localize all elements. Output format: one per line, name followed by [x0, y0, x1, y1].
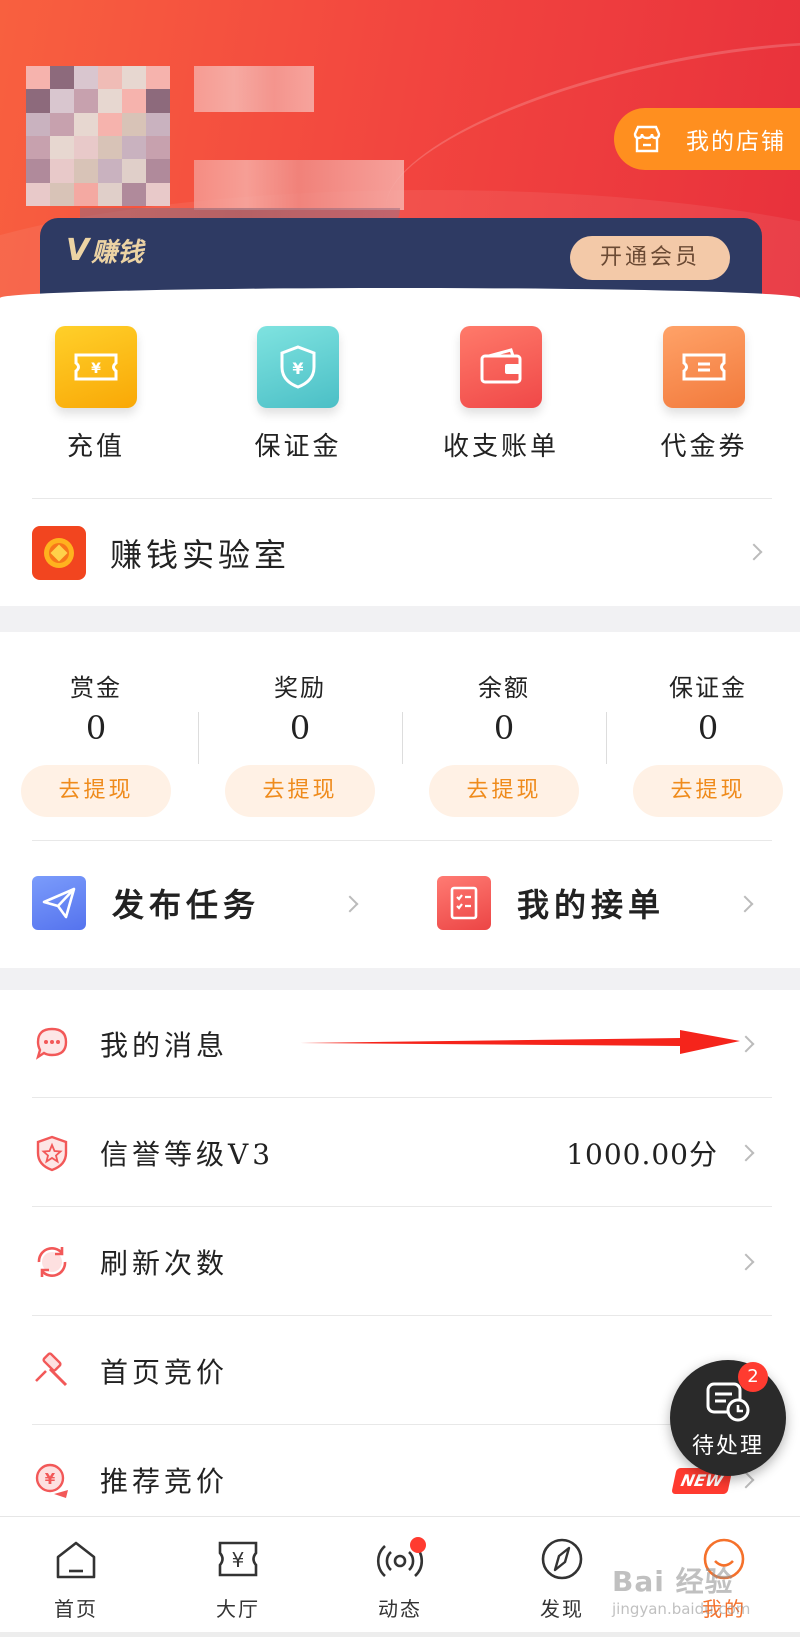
withdraw-button[interactable]: 去提现 [21, 765, 171, 817]
tab-hall[interactable]: ¥ 大厅 [188, 1535, 288, 1622]
quick-label: 保证金 [254, 432, 342, 462]
tab-home[interactable]: 首页 [26, 1535, 126, 1622]
yuan-bid-icon: ¥ [35, 1463, 68, 1498]
coupon-icon [663, 326, 745, 408]
menu-label: 信誉等级V3 [100, 1138, 275, 1171]
menu-item-refresh-count[interactable]: 刷新次数 [0, 1208, 800, 1316]
quick-actions: ¥ 充值 ¥ 保证金 收支账单 代金券 [0, 326, 800, 466]
gavel-icon [35, 1352, 68, 1387]
publish-task-label: 发布任务 [112, 886, 261, 924]
ticket-yuan-icon: ¥ [55, 326, 137, 408]
my-orders-button[interactable]: 我的接单 [437, 866, 767, 936]
menu-label: 首页竞价 [100, 1356, 229, 1389]
chevron-right-icon [737, 1035, 755, 1053]
my-store-button[interactable]: 我的店铺 [614, 108, 800, 170]
shield-yuan-icon: ¥ [257, 326, 339, 408]
shield-star-icon [36, 1135, 68, 1172]
withdraw-button[interactable]: 去提现 [429, 765, 579, 817]
message-bubble-icon [35, 1027, 68, 1060]
wallet-icon [460, 326, 542, 408]
quick-label: 代金券 [660, 432, 748, 462]
withdraw-button[interactable]: 去提现 [225, 765, 375, 817]
svg-text:¥: ¥ [45, 1470, 56, 1488]
menu-item-credit-level[interactable]: 信誉等级V3 1000.00分 [0, 1099, 800, 1207]
chevron-right-icon [736, 895, 754, 913]
chevron-right-icon [737, 1253, 755, 1271]
refresh-icon [37, 1246, 67, 1278]
open-membership-button[interactable]: 开通会员 [570, 236, 730, 280]
my-store-label: 我的店铺 [686, 129, 786, 155]
quick-coupons[interactable]: 代金券 [624, 326, 784, 463]
menu-label: 刷新次数 [100, 1247, 229, 1280]
avatar[interactable] [26, 66, 170, 206]
balance-reward: 奖励 0 去提现 [200, 668, 400, 817]
lab-coin-icon [32, 526, 86, 580]
balance-deposit: 保证金 0 去提现 [608, 668, 800, 817]
tab-activity[interactable]: 动态 [350, 1535, 450, 1622]
balance-bounty: 赏金 0 去提现 [0, 668, 196, 817]
svg-text:¥: ¥ [292, 359, 303, 378]
chevron-right-icon [737, 1144, 755, 1162]
svg-text:¥: ¥ [232, 1548, 245, 1572]
withdraw-button[interactable]: 去提现 [633, 765, 783, 817]
credit-score: 1000.00分 [566, 1138, 718, 1171]
profile-page: 我的店铺 V 赚钱 开通会员 ¥ 充值 ¥ 保证金 收支账单 代金券 赚钱实验室… [0, 0, 800, 1637]
publish-task-button[interactable]: 发布任务 [32, 866, 372, 936]
vip-logo: V 赚钱 [66, 233, 144, 268]
pending-count-badge: 2 [738, 1362, 768, 1392]
username [194, 66, 314, 112]
home-icon [56, 1541, 96, 1579]
menu-label: 我的消息 [100, 1029, 229, 1062]
menu-label: 推荐竞价 [100, 1465, 229, 1498]
money-lab-row[interactable]: 赚钱实验室 [0, 500, 800, 600]
pending-floating-button[interactable]: 待处理 [670, 1360, 786, 1476]
my-orders-label: 我的接单 [517, 886, 666, 924]
chevron-right-icon [341, 895, 359, 913]
quick-label: 收支账单 [442, 432, 559, 462]
quick-recharge[interactable]: ¥ 充值 [16, 326, 176, 463]
paper-plane-icon [32, 876, 86, 930]
baidu-watermark: Bai 经验 jingyan.baidu.com [612, 1565, 751, 1618]
hall-yuan-icon: ¥ [218, 1541, 258, 1577]
notification-dot [410, 1537, 426, 1553]
store-icon [633, 125, 661, 153]
lab-label: 赚钱实验室 [110, 536, 291, 574]
pending-label: 待处理 [691, 1434, 764, 1459]
user-id [194, 160, 404, 210]
checklist-icon [437, 876, 491, 930]
red-arrow-annotation [300, 1030, 740, 1054]
quick-deposit[interactable]: ¥ 保证金 [218, 326, 378, 463]
compass-icon [541, 1538, 583, 1580]
svg-text:¥: ¥ [91, 361, 101, 377]
tab-discover[interactable]: 发现 [512, 1535, 612, 1622]
quick-label: 充值 [66, 432, 125, 462]
chevron-right-icon [745, 543, 763, 561]
quick-bills[interactable]: 收支账单 [421, 326, 581, 463]
balance-remaining: 余额 0 去提现 [404, 668, 604, 817]
